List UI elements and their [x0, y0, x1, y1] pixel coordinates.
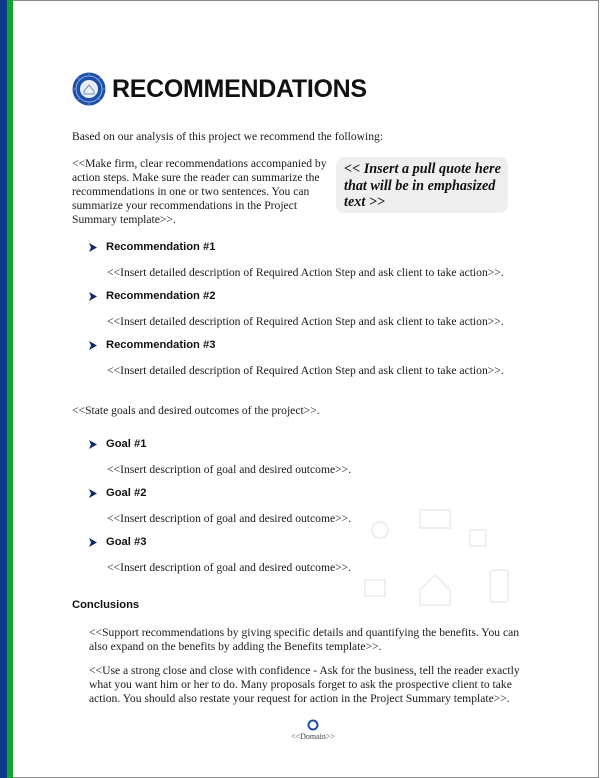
goal-heading: Goal #1 — [89, 438, 146, 450]
bullet-arrow-icon — [89, 242, 97, 252]
smart-home-watermark-icon — [364, 509, 509, 606]
conclusions-paragraph: <<Support recommendations by giving spec… — [89, 626, 520, 653]
recommendation-heading: Recommendation #2 — [89, 290, 215, 302]
globe-seal-icon — [72, 72, 106, 106]
conclusions-paragraph: <<Use a strong close and close with conf… — [89, 664, 520, 705]
recommendation-title: Recommendation #1 — [106, 241, 216, 253]
recommendation-description: <<Insert detailed description of Require… — [107, 364, 504, 377]
goal-heading: Goal #2 — [89, 487, 146, 499]
bullet-arrow-icon — [89, 340, 97, 350]
recommendation-heading: Recommendation #3 — [89, 339, 215, 351]
page-header: RECOMMENDATIONS — [72, 72, 367, 106]
recommendation-title: Recommendation #3 — [106, 339, 216, 351]
recommendation-paragraph: <<Make firm, clear recommendations accom… — [72, 157, 327, 226]
bullet-arrow-icon — [89, 537, 97, 547]
document-page — [0, 0, 599, 778]
goals-intro-text: <<State goals and desired outcomes of th… — [72, 404, 320, 417]
bullet-arrow-icon — [89, 488, 97, 498]
recommendation-description: <<Insert detailed description of Require… — [107, 315, 504, 328]
recommendation-description: <<Insert detailed description of Require… — [107, 266, 504, 279]
goal-description: <<Insert description of goal and desired… — [107, 512, 352, 525]
goal-title: Goal #1 — [106, 438, 147, 450]
bullet-arrow-icon — [89, 439, 97, 449]
pull-quote: << Insert a pull quote here that will be… — [336, 157, 508, 213]
goal-description: <<Insert description of goal and desired… — [107, 463, 352, 476]
recommendation-heading: Recommendation #1 — [89, 241, 215, 253]
recommendation-title: Recommendation #2 — [106, 290, 216, 302]
ring-logo-icon — [307, 719, 319, 731]
page-title: RECOMMENDATIONS — [112, 74, 367, 103]
footer-domain: <<Domain>> — [291, 732, 335, 741]
goal-title: Goal #3 — [106, 536, 147, 548]
page-footer: <<Domain>> — [285, 719, 341, 741]
left-stripe-blue — [0, 0, 7, 778]
bullet-arrow-icon — [89, 291, 97, 301]
goal-description: <<Insert description of goal and desired… — [107, 561, 352, 574]
goal-title: Goal #2 — [106, 487, 147, 499]
goal-heading: Goal #3 — [89, 536, 146, 548]
conclusions-heading: Conclusions — [72, 599, 140, 611]
left-stripe-green — [7, 0, 13, 778]
intro-text: Based on our analysis of this project we… — [72, 130, 384, 143]
